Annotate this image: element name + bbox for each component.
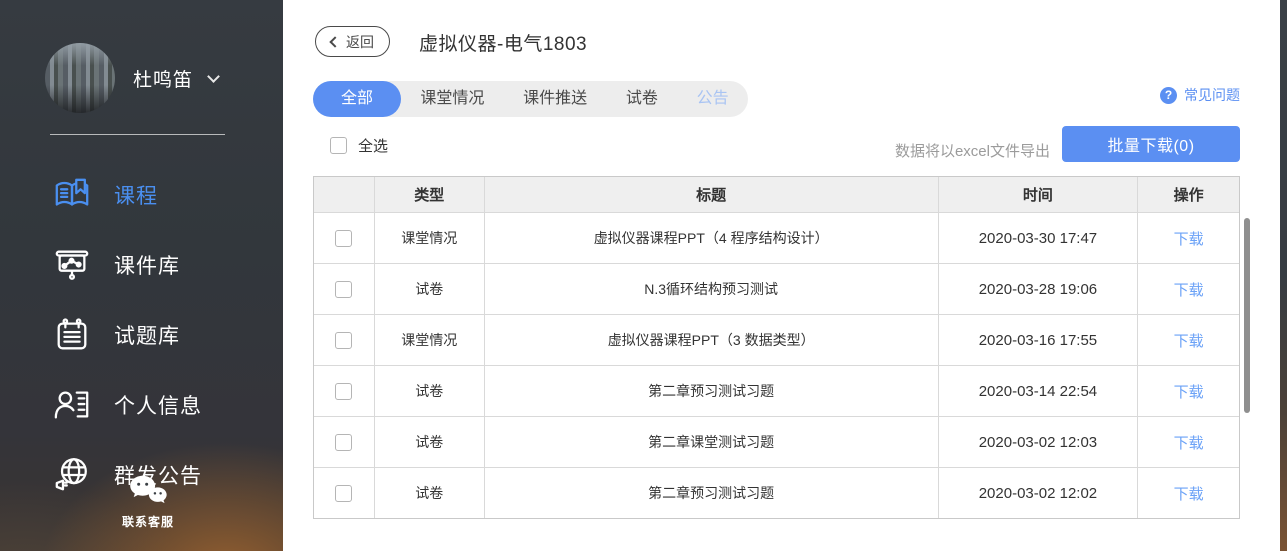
table-header-row: 类型 标题 时间 操作 [314,177,1239,212]
user-name: 杜鸣笛 [133,65,193,92]
download-link[interactable]: 下载 [1174,279,1204,300]
presentation-chart-icon [52,245,92,285]
row-checkbox-cell [314,417,374,467]
row-time: 2020-03-16 17:55 [938,315,1138,365]
page-title: 虚拟仪器-电气1803 [419,29,587,56]
row-action-cell: 下载 [1137,213,1239,263]
sidebar-item-courses[interactable]: 课程 [0,160,283,230]
export-hint: 数据将以excel文件导出 [895,140,1050,161]
row-action-cell: 下载 [1137,468,1239,518]
row-type: 课堂情况 [374,315,484,365]
sidebar-item-personal-info[interactable]: 个人信息 [0,370,283,440]
select-all-row: 全选 [330,135,388,156]
table-row: 试卷 第二章预习测试习题 2020-03-14 22:54 下载 [314,365,1239,416]
row-action-cell: 下载 [1137,417,1239,467]
tab-all[interactable]: 全部 [313,81,401,117]
table-body: 课堂情况 虚拟仪器课程PPT（4 程序结构设计） 2020-03-30 17:4… [314,212,1239,518]
back-button-label: 返回 [346,32,374,52]
row-type: 课堂情况 [374,213,484,263]
sidebar-nav: 课程 课件库 [0,160,283,510]
row-checkbox[interactable] [335,332,352,349]
row-action-cell: 下载 [1137,315,1239,365]
row-checkbox[interactable] [335,434,352,451]
table-row: 试卷 N.3循环结构预习测试 2020-03-28 19:06 下载 [314,263,1239,314]
tab-class-status[interactable]: 课堂情况 [401,81,504,117]
chevron-down-icon[interactable] [207,70,220,83]
batch-download-button[interactable]: 批量下载(0) [1062,126,1240,162]
download-link[interactable]: 下载 [1174,228,1204,249]
faq-label: 常见问题 [1184,85,1240,105]
sidebar: 杜鸣笛 课程 [0,0,283,551]
sidebar-item-label: 试题库 [114,320,180,350]
row-title: 虚拟仪器课程PPT（3 数据类型） [484,315,938,365]
globe-megaphone-icon [52,455,92,495]
user-profile[interactable]: 杜鸣笛 [45,43,255,113]
row-title: 虚拟仪器课程PPT（4 程序结构设计） [484,213,938,263]
faq-link[interactable]: ? 常见问题 [1160,85,1240,105]
scrollbar-thumb[interactable] [1244,218,1250,413]
row-checkbox[interactable] [335,383,352,400]
row-title: 第二章课堂测试习题 [484,417,938,467]
contact-support[interactable]: 联系客服 [108,474,188,530]
tab-announcements[interactable]: 公告 [677,81,748,117]
row-type: 试卷 [374,417,484,467]
table-row: 试卷 第二章预习测试习题 2020-03-02 12:02 下载 [314,467,1239,518]
row-checkbox-cell [314,366,374,416]
chevron-left-icon [329,36,340,47]
row-time: 2020-03-14 22:54 [938,366,1138,416]
table-row: 课堂情况 虚拟仪器课程PPT（4 程序结构设计） 2020-03-30 17:4… [314,212,1239,263]
sidebar-item-label: 个人信息 [114,390,202,420]
download-link[interactable]: 下载 [1174,483,1204,504]
tab-courseware-push[interactable]: 课件推送 [504,81,607,117]
row-action-cell: 下载 [1137,264,1239,314]
divider [50,134,225,135]
book-icon [52,175,92,215]
row-checkbox-cell [314,315,374,365]
row-type: 试卷 [374,468,484,518]
row-time: 2020-03-02 12:03 [938,417,1138,467]
row-title: N.3循环结构预习测试 [484,264,938,314]
download-link[interactable]: 下载 [1174,330,1204,351]
table-row: 课堂情况 虚拟仪器课程PPT（3 数据类型） 2020-03-16 17:55 … [314,314,1239,365]
select-all-label[interactable]: 全选 [358,135,388,156]
back-button[interactable]: 返回 [315,26,390,57]
header-type: 类型 [374,177,484,212]
select-all-checkbox[interactable] [330,137,347,154]
row-type: 试卷 [374,366,484,416]
row-time: 2020-03-02 12:02 [938,468,1138,518]
row-checkbox[interactable] [335,485,352,502]
row-checkbox-cell [314,213,374,263]
tab-papers[interactable]: 试卷 [607,81,678,117]
sidebar-item-question-bank[interactable]: 试题库 [0,300,283,370]
main-panel: 返回 虚拟仪器-电气1803 ? 常见问题 全部 课堂情况 课件推送 试卷 公告… [283,0,1280,551]
row-checkbox[interactable] [335,230,352,247]
contact-support-label: 联系客服 [108,513,188,530]
avatar[interactable] [45,43,115,113]
row-time: 2020-03-30 17:47 [938,213,1138,263]
data-table: 类型 标题 时间 操作 课堂情况 虚拟仪器课程PPT（4 程序结构设计） 202… [313,176,1240,519]
notebook-icon [52,315,92,355]
row-action-cell: 下载 [1137,366,1239,416]
tab-bar: 全部 课堂情况 课件推送 试卷 公告 [313,81,748,117]
person-document-icon [52,385,92,425]
header-time: 时间 [938,177,1138,212]
row-checkbox-cell [314,468,374,518]
sidebar-item-courseware-library[interactable]: 课件库 [0,230,283,300]
header-action: 操作 [1137,177,1239,212]
row-title: 第二章预习测试习题 [484,366,938,416]
row-type: 试卷 [374,264,484,314]
sidebar-item-label: 课件库 [114,250,180,280]
header-checkbox-column [314,177,374,212]
row-time: 2020-03-28 19:06 [938,264,1138,314]
row-checkbox-cell [314,264,374,314]
download-link[interactable]: 下载 [1174,381,1204,402]
header-title: 标题 [484,177,938,212]
download-link[interactable]: 下载 [1174,432,1204,453]
row-title: 第二章预习测试习题 [484,468,938,518]
question-icon: ? [1160,87,1177,104]
sidebar-item-label: 课程 [114,180,158,210]
table-row: 试卷 第二章课堂测试习题 2020-03-02 12:03 下载 [314,416,1239,467]
wechat-icon [127,474,169,506]
row-checkbox[interactable] [335,281,352,298]
